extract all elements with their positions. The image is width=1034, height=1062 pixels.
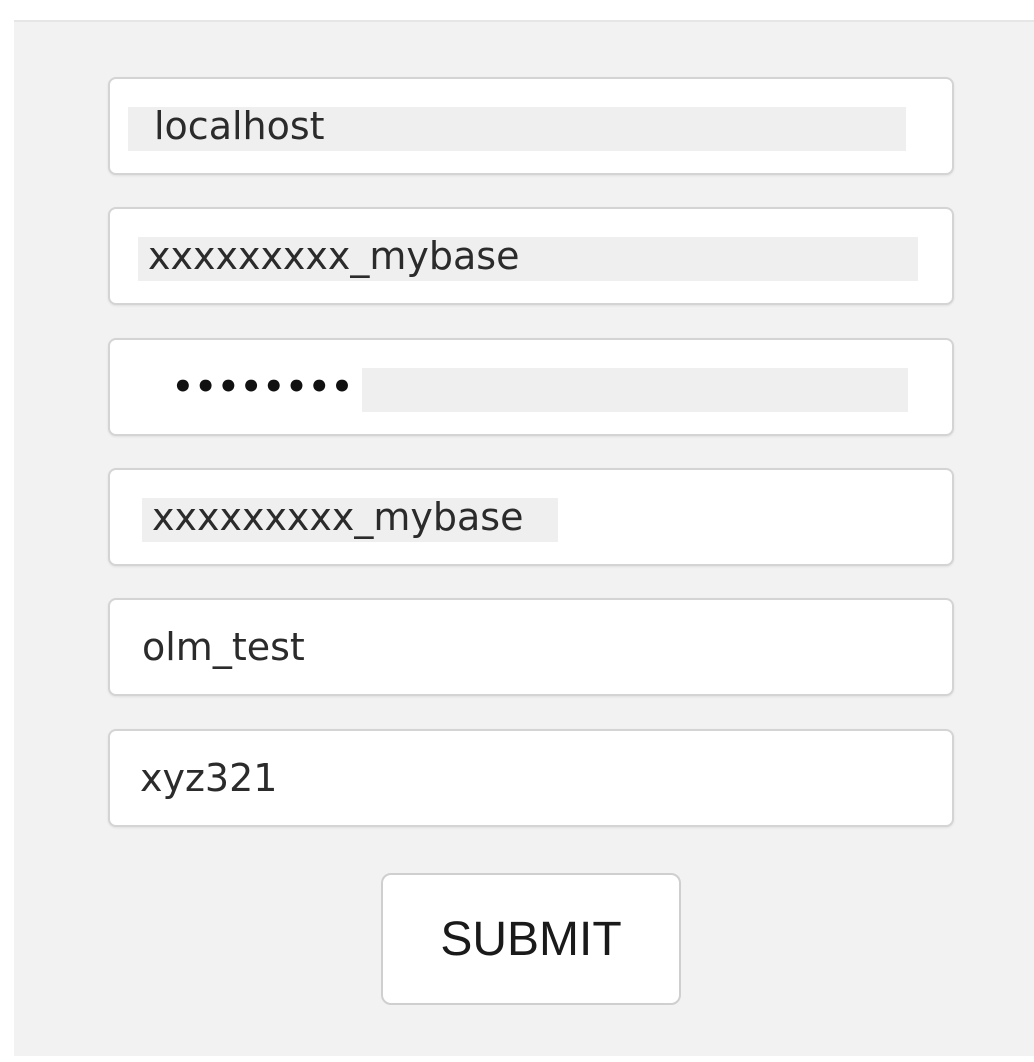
username-field[interactable] (108, 468, 954, 566)
host-input[interactable] (110, 79, 952, 173)
key-input[interactable] (110, 731, 952, 825)
password-input[interactable]: •••••••• (172, 364, 354, 410)
database-field[interactable] (108, 207, 954, 305)
host-field[interactable] (108, 77, 954, 175)
key-field[interactable] (108, 729, 954, 827)
submit-button[interactable]: SUBMIT (381, 873, 681, 1005)
username-input[interactable] (110, 470, 952, 564)
table-input[interactable] (110, 600, 952, 694)
table-field[interactable] (108, 598, 954, 696)
password-field[interactable]: •••••••• (108, 338, 954, 436)
database-input[interactable] (110, 209, 952, 303)
autofill-highlight (362, 368, 908, 412)
